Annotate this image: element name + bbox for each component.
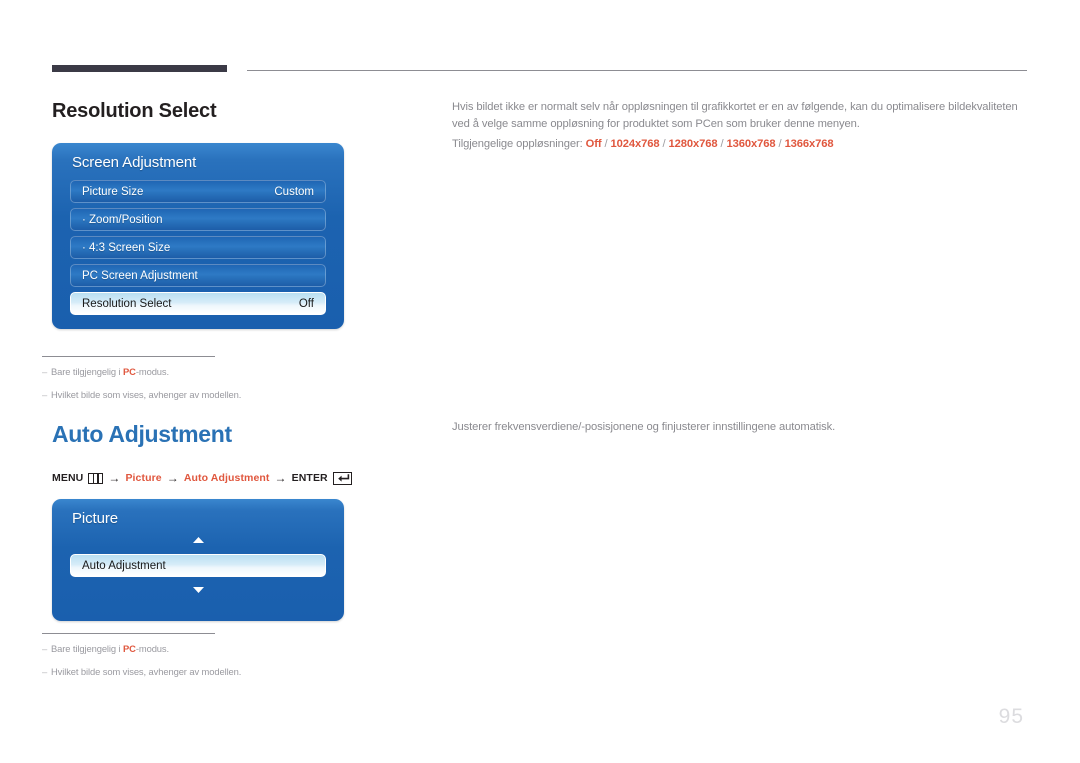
- available-resolution-value-1: 1024x768: [610, 138, 660, 150]
- available-resolution-value-4: 1366x768: [784, 138, 834, 150]
- osd-row-label: · 4:3 Screen Size: [82, 241, 171, 254]
- header-rule-thin: [247, 70, 1027, 71]
- breadcrumb-arrow-icon: →: [274, 471, 287, 485]
- footnote-1-2: – Hvilket bilde som vises, avhenger av mo…: [42, 389, 241, 400]
- description-resolution-select: Hvis bildet ikke er normalt selv når opp…: [452, 101, 1018, 130]
- chevron-up-icon[interactable]: [52, 536, 344, 549]
- osd-row-value: Custom: [274, 185, 314, 198]
- osd-row-zoom-position[interactable]: · Zoom/Position: [70, 208, 326, 231]
- footnote-dash-icon: –: [42, 389, 48, 400]
- footnote-dash-icon: –: [42, 366, 48, 377]
- osd-panel-title: Picture: [72, 510, 118, 527]
- footnote-dash-icon: –: [42, 666, 48, 677]
- footnote-text: Bare tilgjengelig i: [51, 643, 124, 654]
- osd-row-label: · Zoom/Position: [82, 213, 163, 226]
- footnote-text: Hvilket bilde som vises, avhenger av mod…: [51, 389, 242, 400]
- osd-row-list: Picture Size Custom · Zoom/Position · 4:…: [52, 180, 344, 329]
- footnote-text-post: -modus.: [135, 643, 170, 654]
- osd-row-43-screen-size[interactable]: · 4:3 Screen Size: [70, 236, 326, 259]
- breadcrumb-item-picture[interactable]: Picture: [125, 472, 161, 484]
- page-number: 95: [998, 705, 1024, 728]
- osd-row-label: Auto Adjustment: [82, 559, 166, 572]
- breadcrumb-enter-label: ENTER: [291, 472, 328, 484]
- available-resolution-value-0: Off: [585, 138, 602, 150]
- available-resolutions-label: Tilgjengelige oppløsninger:: [452, 138, 583, 150]
- breadcrumb-arrow-icon: →: [166, 471, 179, 485]
- header-rule-thick: [52, 65, 227, 72]
- osd-row-auto-adjustment[interactable]: Auto Adjustment: [70, 554, 326, 577]
- menu-grid-icon: [88, 472, 104, 484]
- footnote-2-1: – Bare tilgjengelig i PC-modus.: [42, 643, 169, 654]
- available-resolution-value-3: 1360x768: [726, 138, 776, 150]
- osd-row-value: Off: [298, 297, 314, 310]
- footnote-2-2: – Hvilket bilde som vises, avhenger av mo…: [42, 666, 241, 677]
- osd-row-picture-size[interactable]: Picture Size Custom: [70, 180, 326, 203]
- osd-row-resolution-select[interactable]: Resolution Select Off: [70, 292, 326, 315]
- description-auto-adjustment: Justerer frekvensverdiene/-posisjonene o…: [452, 421, 836, 433]
- available-resolutions: Tilgjengelige oppløsninger: Off / 1024x7…: [452, 138, 834, 150]
- osd-panel-title: Screen Adjustment: [72, 154, 197, 171]
- page-title-auto-adjustment: Auto Adjustment: [52, 421, 232, 447]
- chevron-down-icon[interactable]: [52, 586, 344, 599]
- enter-return-icon: [332, 471, 352, 485]
- footnote-1-1: – Bare tilgjengelig i PC-modus.: [42, 366, 169, 377]
- osd-panel-picture: Picture Auto Adjustment: [52, 499, 344, 621]
- footnote-text: Hvilket bilde som vises, avhenger av mod…: [51, 666, 242, 677]
- footnote-rule-2: [42, 633, 215, 634]
- footnote-bold: PC: [123, 643, 136, 654]
- available-resolution-value-2: 1280x768: [668, 138, 718, 150]
- footnote-text: Bare tilgjengelig i: [51, 366, 124, 377]
- osd-panel-screen-adjustment: Screen Adjustment Picture Size Custom · …: [52, 143, 344, 329]
- page-title-resolution-select: Resolution Select: [52, 100, 217, 122]
- footnote-rule-1: [42, 356, 215, 357]
- breadcrumb: MENU → Picture → Auto Adjustment → ENTER: [52, 471, 352, 485]
- osd-row-pc-screen-adjustment[interactable]: PC Screen Adjustment: [70, 264, 326, 287]
- breadcrumb-menu-label: MENU: [52, 472, 84, 484]
- osd-row-label: Resolution Select: [82, 297, 172, 310]
- footnote-text-post: -modus.: [135, 366, 170, 377]
- breadcrumb-item-auto-adjustment[interactable]: Auto Adjustment: [184, 472, 270, 484]
- osd-row-label: Picture Size: [82, 185, 144, 198]
- footnote-dash-icon: –: [42, 643, 48, 654]
- breadcrumb-arrow-icon: →: [108, 471, 121, 485]
- osd-row-label: PC Screen Adjustment: [82, 269, 198, 282]
- osd-row-list: Auto Adjustment: [52, 549, 344, 577]
- footnote-bold: PC: [123, 366, 136, 377]
